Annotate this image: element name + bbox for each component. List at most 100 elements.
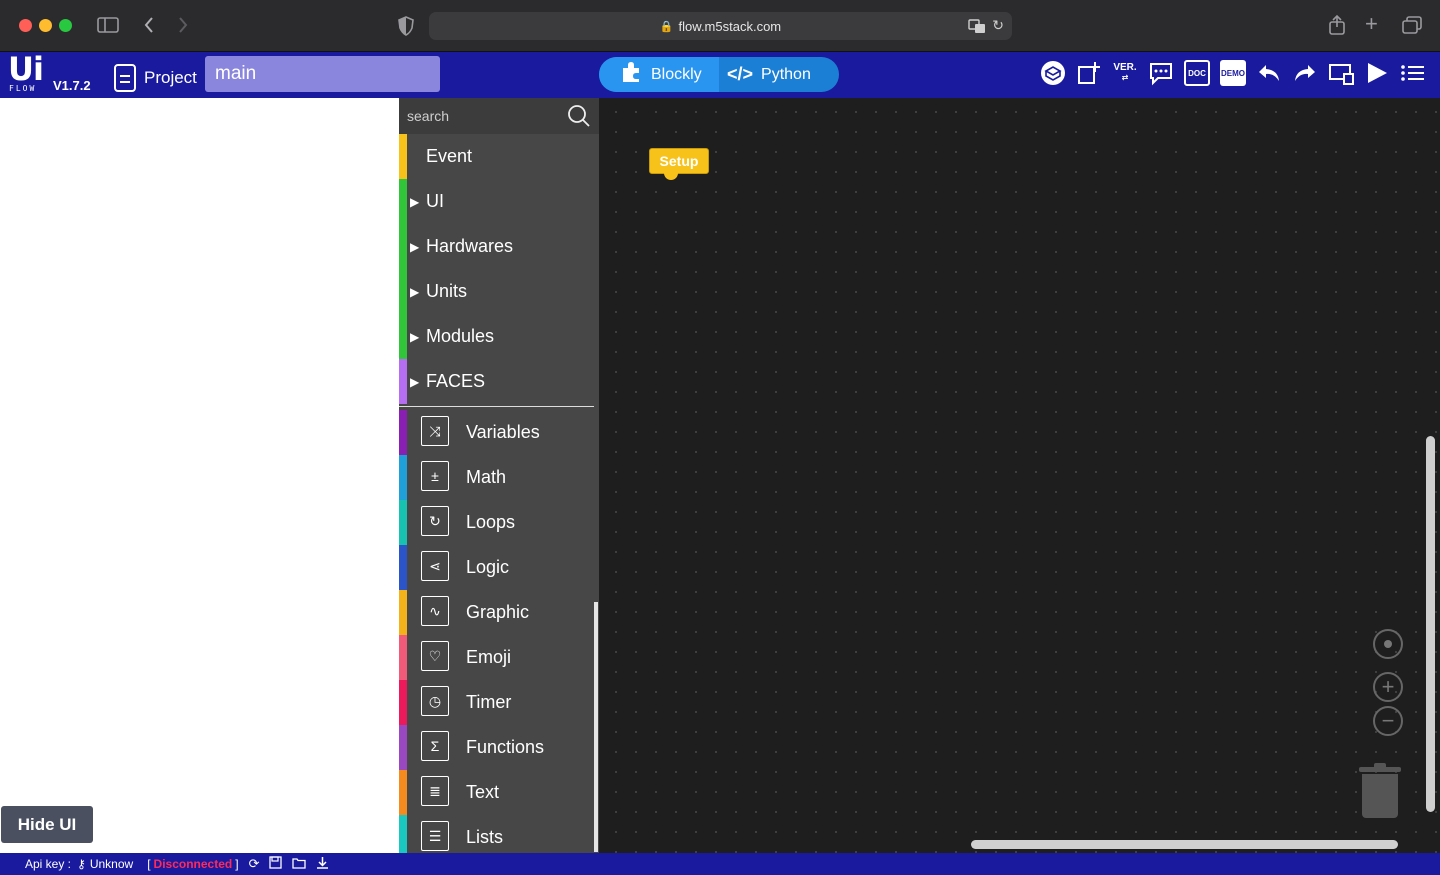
category-color-stripe <box>399 314 407 359</box>
tab-overview-icon[interactable] <box>1402 16 1422 38</box>
workspace-horizontal-scrollbar[interactable] <box>971 840 1398 849</box>
version-icon[interactable]: VER. ⇄ <box>1112 60 1138 86</box>
package-icon[interactable] <box>1040 60 1066 86</box>
toolbox-scrollbar[interactable] <box>594 602 598 852</box>
download-icon[interactable] <box>316 856 329 872</box>
category-label: FACES <box>426 371 486 391</box>
toolbox-category-emoji[interactable]: ♡ Emoji <box>399 635 594 680</box>
category-label: Modules <box>426 326 495 346</box>
expand-arrow-icon[interactable]: ▶ <box>410 375 419 389</box>
toolbox-category-ui[interactable]: ▶ UI <box>399 179 594 224</box>
url-bar[interactable]: 🔒 flow.m5stack.com ↻ <box>429 12 1012 40</box>
ui-design-panel[interactable] <box>0 98 399 853</box>
toolbox-category-hardwares[interactable]: ▶ Hardwares <box>399 224 594 269</box>
heart-icon: ♡ <box>421 641 449 671</box>
expand-arrow-icon[interactable]: ▶ <box>410 330 419 344</box>
sidebar-toggle-icon[interactable] <box>97 16 119 38</box>
new-tab-icon[interactable]: + <box>1365 13 1378 35</box>
category-color-stripe <box>399 359 407 404</box>
menu-icon[interactable] <box>1400 60 1426 86</box>
run-icon[interactable] <box>1364 60 1390 86</box>
category-label: Lists <box>466 827 504 847</box>
setup-block[interactable]: Setup <box>649 148 709 180</box>
browser-toolbar: 🔒 flow.m5stack.com ↻ + <box>0 0 1440 52</box>
export-icon[interactable] <box>1076 60 1102 86</box>
category-color-stripe <box>399 770 407 815</box>
category-label: Emoji <box>466 647 512 667</box>
toolbox-category-math[interactable]: ± Math <box>399 455 594 500</box>
uiflow-logo: Ui <box>8 50 44 88</box>
toolbox-category-logic[interactable]: ⋖ Logic <box>399 545 594 590</box>
toolbox-category-text[interactable]: ≣ Text <box>399 770 594 815</box>
zoom-in-icon[interactable]: + <box>1373 672 1403 702</box>
shield-icon[interactable] <box>398 16 414 40</box>
category-color-stripe <box>399 179 407 224</box>
text-icon: ≣ <box>421 776 449 806</box>
expand-arrow-icon[interactable]: ▶ <box>410 195 419 209</box>
toolbox-category-variables[interactable]: ⤨ Variables <box>399 410 594 455</box>
toolbox-category-modules[interactable]: ▶ Modules <box>399 314 594 359</box>
save-icon[interactable] <box>269 856 283 872</box>
url-text: flow.m5stack.com <box>678 18 782 34</box>
file-name-input[interactable] <box>205 56 440 92</box>
expand-arrow-icon[interactable]: ▶ <box>410 285 419 299</box>
uiflow-logo-sub: FLOW <box>9 84 37 93</box>
toolbox-category-event[interactable]: Event <box>399 134 594 179</box>
undo-icon[interactable] <box>1256 60 1282 86</box>
category-color-stripe <box>399 455 407 500</box>
minimize-window-button[interactable] <box>39 19 52 32</box>
version-label: V1.7.2 <box>53 78 91 93</box>
api-key-value[interactable]: Unknow <box>90 857 133 871</box>
clock-icon: ◷ <box>421 686 449 716</box>
back-icon[interactable] <box>143 15 155 39</box>
blockly-toolbox: Event ▶ UI ▶ Hardwares ▶ Units ▶ Modules ▶ FACES ⤨… <box>399 98 599 853</box>
recenter-icon[interactable] <box>1373 629 1403 659</box>
forward-icon[interactable] <box>177 15 189 39</box>
category-color-stripe <box>399 410 407 455</box>
category-color-stripe <box>399 680 407 725</box>
loop-icon: ↻ <box>421 506 449 536</box>
toolbox-category-loops[interactable]: ↻ Loops <box>399 500 594 545</box>
doc-icon[interactable]: DOC <box>1184 60 1210 86</box>
list-icon: ☰ <box>421 821 449 851</box>
hide-ui-button[interactable]: Hide UI <box>1 806 93 843</box>
close-window-button[interactable] <box>19 19 32 32</box>
toolbox-search-input[interactable] <box>407 106 562 126</box>
search-icon[interactable] <box>567 104 591 133</box>
redo-icon[interactable] <box>1292 60 1318 86</box>
toolbox-category-graphic[interactable]: ∿ Graphic <box>399 590 594 635</box>
feedback-icon[interactable] <box>1148 60 1174 86</box>
toolbox-category-timer[interactable]: ◷ Timer <box>399 680 594 725</box>
shuffle-icon: ⤨ <box>421 416 449 446</box>
expand-arrow-icon[interactable]: ▶ <box>410 240 419 254</box>
toolbox-category-lists[interactable]: ☰ Lists <box>399 815 594 853</box>
toolbox-category-faces[interactable]: ▶ FACES <box>399 359 594 404</box>
math-icon: ± <box>421 461 449 491</box>
category-label: Text <box>466 782 500 802</box>
python-mode-button[interactable]: </> Python <box>719 57 839 92</box>
category-color-stripe <box>399 500 407 545</box>
blockly-mode-button[interactable]: Blockly <box>599 57 719 92</box>
share-icon[interactable] <box>1328 14 1346 40</box>
workspace-vertical-scrollbar[interactable] <box>1426 436 1435 812</box>
category-color-stripe <box>399 269 407 314</box>
project-button[interactable]: Project <box>114 62 197 94</box>
trash-icon[interactable] <box>1359 763 1401 819</box>
open-folder-icon[interactable] <box>292 857 307 872</box>
toolbox-category-functions[interactable]: Σ Functions <box>399 725 594 770</box>
reload-icon[interactable]: ↻ <box>992 17 1004 34</box>
demo-icon[interactable]: DEMO <box>1220 60 1246 86</box>
key-icon: ⚷ <box>77 857 86 871</box>
category-label: Math <box>466 467 507 487</box>
zoom-out-icon[interactable]: − <box>1373 706 1403 736</box>
translate-icon[interactable] <box>968 18 986 37</box>
puzzle-icon <box>619 60 643 89</box>
mode-switch: Blockly </> Python <box>599 57 839 92</box>
blockly-workspace[interactable] <box>599 98 1440 853</box>
toolbox-category-units[interactable]: ▶ Units <box>399 269 594 314</box>
category-label: Units <box>426 281 468 301</box>
device-icon[interactable] <box>1328 60 1354 86</box>
maximize-window-button[interactable] <box>59 19 72 32</box>
connection-status[interactable]: Disconnected <box>154 857 233 871</box>
refresh-icon[interactable]: ⟳ <box>249 856 260 872</box>
